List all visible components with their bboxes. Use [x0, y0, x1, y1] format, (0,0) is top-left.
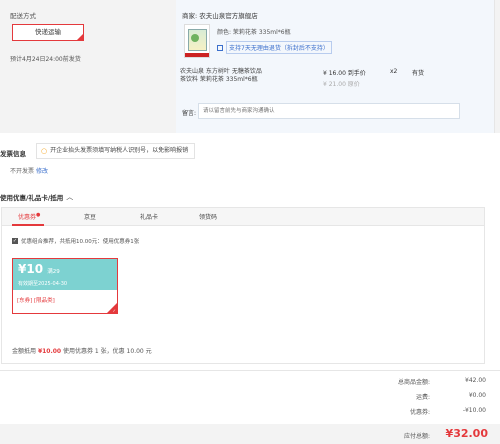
shipping-title: 配送方式: [10, 12, 36, 20]
return-policy-icon: [217, 44, 223, 51]
express-shipping-button[interactable]: 快递运输: [12, 24, 84, 41]
pay-total-label: 应付总额:: [403, 433, 430, 440]
divider: [0, 370, 500, 371]
shipping-panel: 配送方式 快递运输 预计4月24日24:00前发货: [0, 0, 176, 133]
invoice-tip-text: 开企业抬头发票须填写纳税人识别号，以免影响报销: [50, 147, 189, 154]
summary-label: 运费:: [415, 394, 430, 401]
chevron-up-icon: ︿: [66, 193, 74, 201]
product-original-price: ¥ 21.00 原价: [323, 81, 360, 88]
invoice-status-text: 不开发票: [10, 168, 35, 175]
coupon-condition: 满29: [47, 269, 60, 275]
store-name[interactable]: 商家: 农夫山泉官方旗舰店: [182, 10, 258, 20]
selected-corner-icon: [77, 34, 83, 40]
payment-bar: 应付总额: ¥32.00: [0, 424, 500, 444]
tab-jingdou[interactable]: 京豆: [84, 212, 96, 221]
combo-text: 优惠组合推荐，共抵用10.00元：使用优惠券1张: [21, 239, 140, 245]
coupon-value: ¥10: [18, 262, 44, 276]
check-icon: ✓: [112, 308, 116, 313]
coupon-total: 金额抵用 ¥10.00 使用优惠券 1 张，优惠 10.00 元: [12, 346, 152, 355]
invoice-tip: ○ 开企业抬头发票须填写纳税人识别号，以免影响报销: [36, 143, 196, 159]
shipping-estimate: 预计4月24日24:00前发货: [10, 56, 81, 63]
coupon-card-header: ¥10 满29 有效期至2025-04-30: [13, 259, 117, 290]
invoice-status: 不开发票 修改: [10, 166, 48, 175]
product-name[interactable]: 农夫山泉 东方树叶 无糖茶饮品 茶饮料 茉莉花茶 335ml*6瓶: [180, 68, 266, 84]
summary-value: ¥42.00: [465, 377, 486, 384]
product-color: 颜色: 茉莉花茶 335ml*6瓶: [217, 29, 291, 36]
coupon-section-toggle[interactable]: 使用优惠/礼品卡/抵用 ︿: [0, 192, 73, 202]
tab-coupons-label: 优惠券: [18, 214, 37, 221]
summary-value: -¥10.00: [462, 407, 486, 414]
return-policy: 支持7天无理由退货（拆封后不支持）: [217, 41, 332, 54]
coupon-amount: ¥10 满29: [18, 262, 60, 276]
lightbulb-icon: ○: [41, 147, 48, 155]
product-banner-graphic: [185, 53, 209, 57]
summary-value: ¥0.00: [468, 392, 486, 399]
pay-total-amount: ¥32.00: [445, 427, 488, 440]
active-dot-icon: ●: [36, 212, 41, 218]
coupon-card[interactable]: ¥10 满29 有效期至2025-04-30 [东券] [限品类] ✓: [12, 258, 118, 314]
product-price: ¥ 16.00 到手价: [323, 70, 366, 77]
return-policy-text: 支持7天无理由退货（拆封后不支持）: [226, 41, 332, 54]
coupon-tabs: 优惠券● 京豆 礼品卡 领货码: [2, 208, 484, 226]
leaf-graphic: [191, 34, 199, 42]
scrollbar[interactable]: [494, 0, 500, 133]
coupon-validity: 有效期至2025-04-30: [18, 281, 68, 287]
coupon-section-title: 使用优惠/礼品卡/抵用: [0, 194, 64, 202]
memo-input[interactable]: [198, 103, 460, 119]
product-image[interactable]: [184, 24, 210, 58]
checkbox-checked-icon[interactable]: ✓: [12, 238, 18, 244]
combo-recommendation[interactable]: ✓ 优惠组合推荐，共抵用10.00元：使用优惠券1张: [12, 237, 139, 245]
shipping-method-label: 快递运输: [35, 28, 61, 36]
product-panel: 商家: 农夫山泉官方旗舰店 颜色: 茉莉花茶 335ml*6瓶 支持7天无理由退…: [176, 0, 500, 133]
tab-redeem-code[interactable]: 领货码: [199, 212, 217, 221]
tab-coupons[interactable]: 优惠券●: [18, 212, 40, 221]
invoice-title: 发票信息: [0, 150, 26, 158]
summary-label: 总商品金额:: [397, 379, 430, 386]
tab-gift-card[interactable]: 礼品卡: [140, 212, 158, 221]
invoice-edit-link[interactable]: 修改: [36, 168, 48, 175]
coupon-panel: 优惠券● 京豆 礼品卡 领货码 ✓ 优惠组合推荐，共抵用10.00元：使用优惠券…: [1, 207, 485, 364]
memo-label: 留言:: [182, 110, 197, 117]
product-quantity: x2: [390, 68, 398, 75]
order-top-section: 配送方式 快递运输 预计4月24日24:00前发货 商家: 农夫山泉官方旗舰店 …: [0, 0, 500, 133]
stock-status: 有货: [412, 70, 425, 77]
coupon-total-prefix: 金额抵用: [12, 348, 37, 355]
coupon-tags: [东券] [限品类]: [17, 298, 55, 304]
summary-label: 优惠券:: [409, 409, 430, 416]
coupon-total-suffix: 使用优惠券 1 张，优惠 10.00 元: [63, 348, 152, 355]
active-tab-indicator: [12, 224, 44, 226]
coupon-total-amount: ¥10.00: [37, 348, 62, 355]
